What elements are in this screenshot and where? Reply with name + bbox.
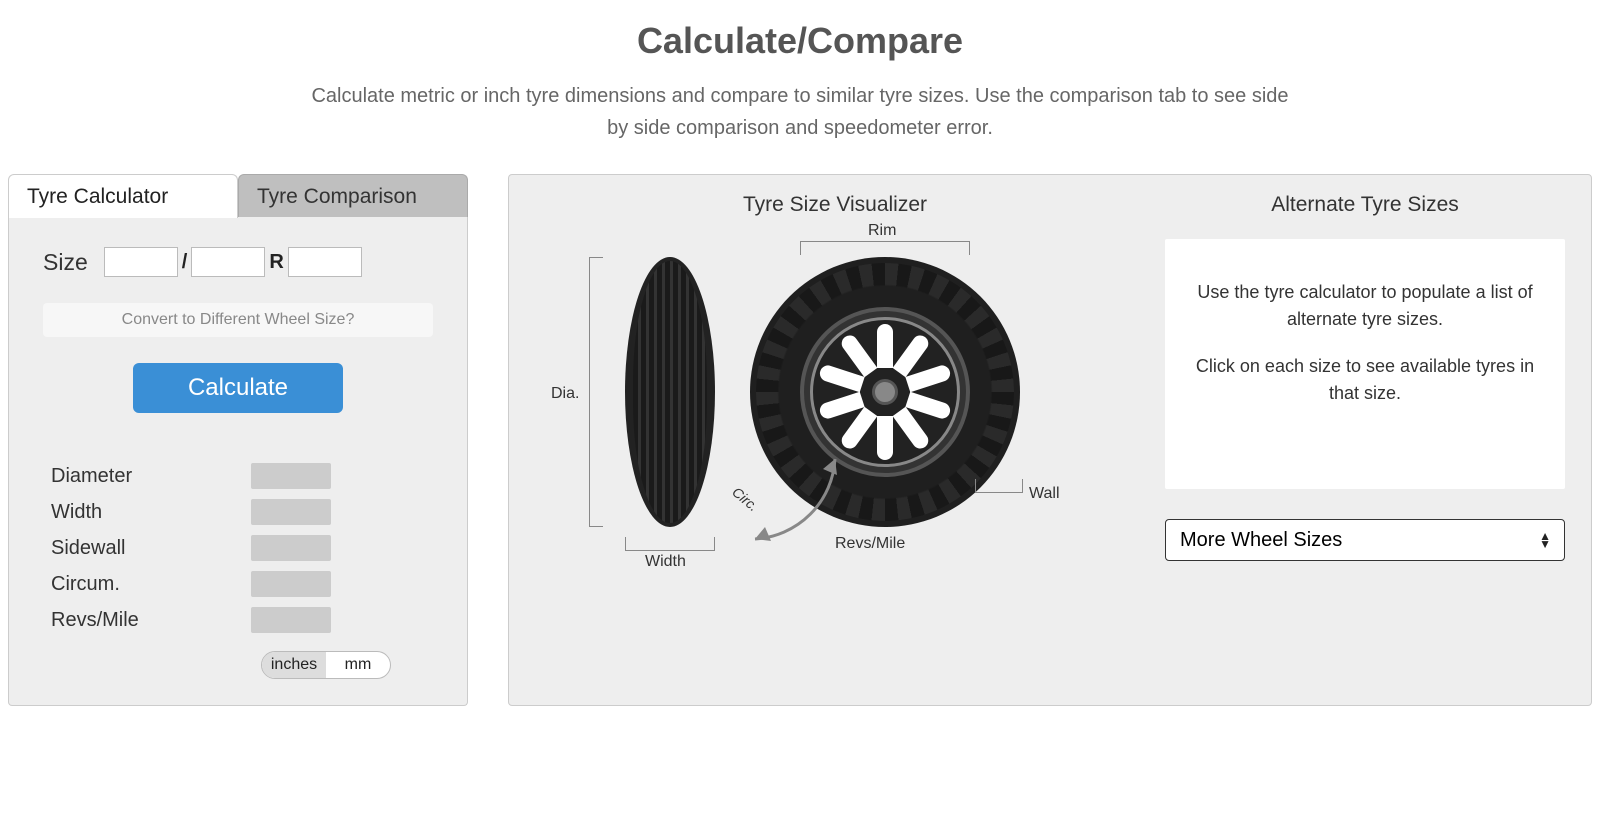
page-title: Calculate/Compare — [0, 20, 1600, 62]
result-diameter-value — [251, 463, 331, 489]
wall-bracket — [975, 479, 1023, 493]
width-bracket — [625, 537, 715, 551]
rim-label: Rim — [868, 222, 896, 240]
result-width-label: Width — [51, 501, 251, 524]
more-wheel-sizes-select[interactable]: More Wheel Sizes — [1165, 519, 1565, 561]
result-circum-label: Circum. — [51, 573, 251, 596]
result-revs-value — [251, 607, 331, 633]
convert-wheel-size-link[interactable]: Convert to Different Wheel Size? — [43, 303, 433, 337]
size-slash: / — [180, 251, 190, 274]
visualizer-area: Dia. Width Rim Wall — [535, 239, 1135, 579]
tyre-side-view — [625, 257, 715, 527]
result-revs-label: Revs/Mile — [51, 609, 251, 632]
wall-label: Wall — [1029, 485, 1060, 503]
result-width-value — [251, 499, 331, 525]
unit-toggle[interactable]: inches mm — [261, 651, 391, 679]
tab-calculator[interactable]: Tyre Calculator — [8, 174, 238, 218]
alternate-title: Alternate Tyre Sizes — [1165, 193, 1565, 217]
alternate-info-box: Use the tyre calculator to populate a li… — [1165, 239, 1565, 489]
right-panel: Tyre Size Visualizer Dia. Width Rim — [508, 174, 1592, 706]
result-circum-value — [251, 571, 331, 597]
size-label: Size — [43, 249, 88, 276]
dia-label: Dia. — [551, 385, 579, 403]
dia-bracket — [589, 257, 603, 527]
size-ratio-input[interactable] — [191, 247, 265, 277]
result-sidewall-label: Sidewall — [51, 537, 251, 560]
size-width-input[interactable] — [104, 247, 178, 277]
calculator-panel: Tyre Calculator Tyre Comparison Size / R… — [8, 174, 468, 706]
page-subtitle: Calculate metric or inch tyre dimensions… — [300, 80, 1300, 144]
size-r: R — [267, 251, 285, 274]
alternate-line1: Use the tyre calculator to populate a li… — [1185, 279, 1545, 333]
unit-inches[interactable]: inches — [262, 652, 326, 678]
calculate-button[interactable]: Calculate — [133, 363, 343, 413]
result-sidewall-value — [251, 535, 331, 561]
size-rim-input[interactable] — [288, 247, 362, 277]
width-label: Width — [645, 553, 686, 571]
visualizer-title: Tyre Size Visualizer — [535, 193, 1135, 217]
result-diameter-label: Diameter — [51, 465, 251, 488]
tab-comparison[interactable]: Tyre Comparison — [238, 174, 468, 218]
rim-bracket — [800, 241, 970, 255]
unit-mm[interactable]: mm — [326, 652, 390, 678]
alternate-line2: Click on each size to see available tyre… — [1185, 353, 1545, 407]
